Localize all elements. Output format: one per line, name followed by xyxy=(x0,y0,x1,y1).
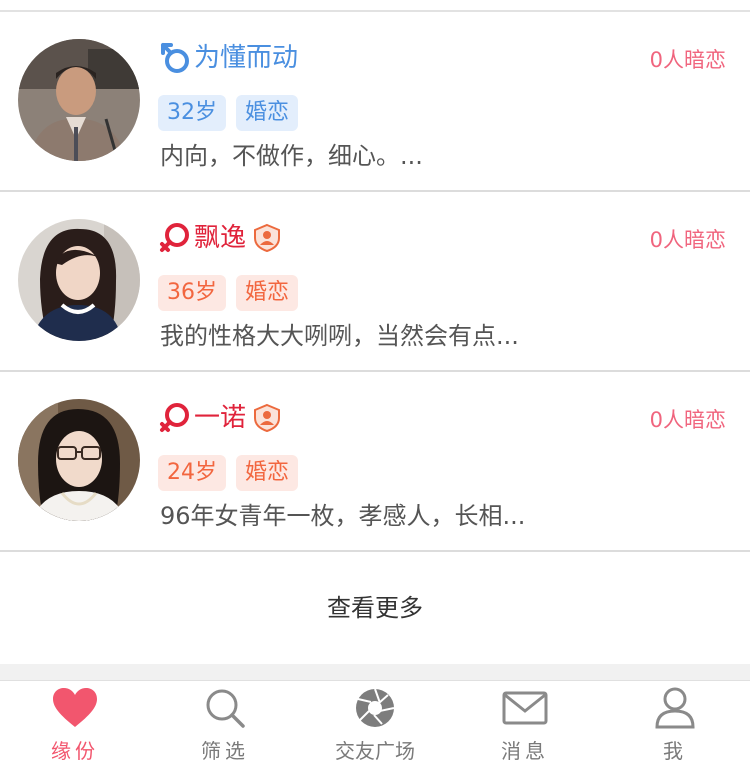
secret-admirers-count: 0人暗恋 xyxy=(649,48,726,72)
age-tag: 36岁 xyxy=(158,275,226,311)
male-icon xyxy=(158,41,192,75)
user-icon xyxy=(652,687,698,729)
avatar[interactable] xyxy=(18,219,140,341)
tab-fate[interactable]: 缘份 xyxy=(0,681,150,767)
profile-card[interactable]: 飘逸 0人暗恋 36岁 婚恋 我的性格大大咧咧，当然会有点... xyxy=(0,192,750,372)
profile-card[interactable]: 为懂而动 0人暗恋 32岁 婚恋 内向，不做作，细心。... xyxy=(0,12,750,192)
age-tag: 24岁 xyxy=(158,455,226,491)
female-icon xyxy=(158,401,192,435)
profile-card[interactable]: 一诺 0人暗恋 24岁 婚恋 96年女青年一枚，孝感人，长相... xyxy=(0,372,750,552)
heart-icon xyxy=(52,687,98,729)
profile-intro: 我的性格大大咧咧，当然会有点... xyxy=(160,322,519,350)
verified-badge-icon xyxy=(252,403,282,433)
avatar[interactable] xyxy=(18,399,140,521)
name-row: 为懂而动 xyxy=(158,38,298,78)
profile-intro: 96年女青年一枚，孝感人，长相... xyxy=(160,502,526,530)
tag-list: 36岁 婚恋 xyxy=(158,275,308,311)
tab-label: 筛选 xyxy=(201,739,249,763)
top-divider xyxy=(0,0,750,12)
profile-name[interactable]: 为懂而动 xyxy=(194,38,298,78)
bottom-tab-bar: 缘份 筛选 交友广场 消息 我 xyxy=(0,680,750,767)
tab-label: 消息 xyxy=(501,739,549,763)
tab-label: 交友广场 xyxy=(335,739,415,763)
tab-filter[interactable]: 筛选 xyxy=(150,681,300,767)
tag-list: 24岁 婚恋 xyxy=(158,455,308,491)
type-tag: 婚恋 xyxy=(236,95,299,131)
profile-intro: 内向，不做作，细心。... xyxy=(160,142,423,170)
tab-me[interactable]: 我 xyxy=(600,681,750,767)
type-tag: 婚恋 xyxy=(236,455,299,491)
avatar[interactable] xyxy=(18,39,140,161)
tab-label: 我 xyxy=(663,739,687,763)
shutter-icon xyxy=(352,687,398,729)
female-icon xyxy=(158,221,192,255)
section-divider xyxy=(0,664,750,680)
name-row: 飘逸 xyxy=(158,218,282,258)
name-row: 一诺 xyxy=(158,398,282,438)
verified-badge-icon xyxy=(252,223,282,253)
tab-label: 缘份 xyxy=(51,739,99,763)
secret-admirers-count: 0人暗恋 xyxy=(649,228,726,252)
tag-list: 32岁 婚恋 xyxy=(158,95,308,131)
view-more-button[interactable]: 查看更多 xyxy=(0,552,750,664)
type-tag: 婚恋 xyxy=(236,275,299,311)
age-tag: 32岁 xyxy=(158,95,226,131)
profile-name[interactable]: 飘逸 xyxy=(194,218,246,258)
more-section: 查看更多 xyxy=(0,552,750,664)
profile-name[interactable]: 一诺 xyxy=(194,398,246,438)
mail-icon xyxy=(502,687,548,729)
tab-square[interactable]: 交友广场 xyxy=(300,681,450,767)
secret-admirers-count: 0人暗恋 xyxy=(649,408,726,432)
tab-messages[interactable]: 消息 xyxy=(450,681,600,767)
search-icon xyxy=(202,687,248,729)
